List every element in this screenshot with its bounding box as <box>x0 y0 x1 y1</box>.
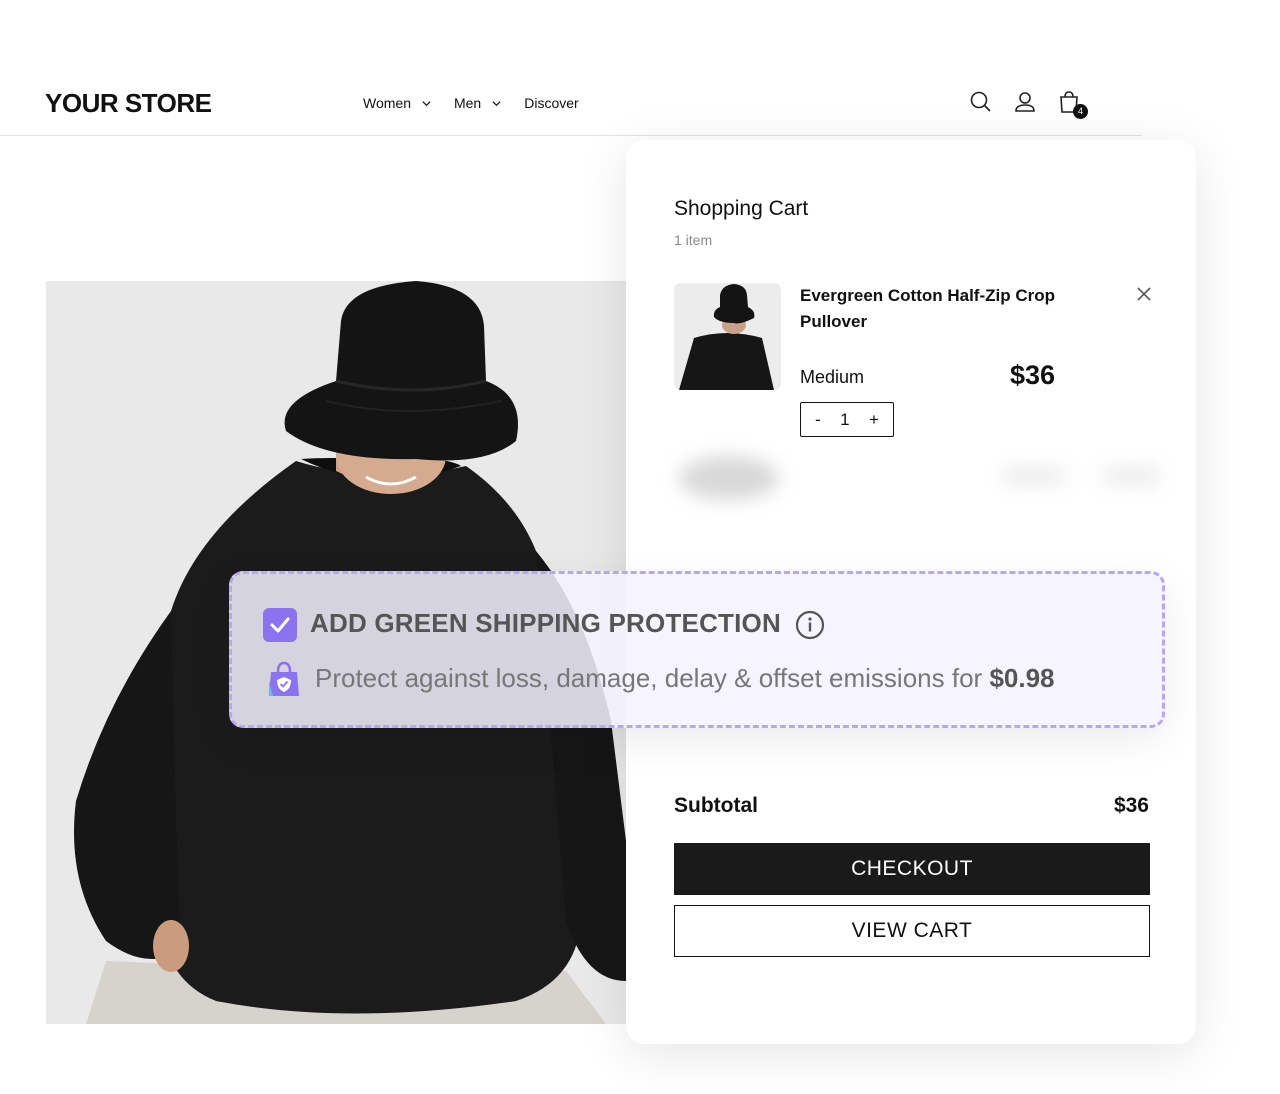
search-icon[interactable] <box>968 89 994 115</box>
protection-title: ADD GREEN SHIPPING PROTECTION <box>310 608 781 638</box>
view-cart-button[interactable]: VIEW CART <box>674 905 1150 957</box>
nav-item-women[interactable]: Women <box>363 95 432 111</box>
close-icon <box>1137 287 1151 301</box>
nav-item-label: Women <box>363 95 411 111</box>
product-name[interactable]: Evergreen Cotton Half-Zip Crop Pullover <box>800 283 1100 335</box>
remove-item-button[interactable] <box>1136 286 1152 302</box>
blurred-content <box>674 448 1164 508</box>
quantity-stepper: - 1 + <box>800 402 894 437</box>
quantity-value[interactable]: 1 <box>840 410 849 430</box>
check-icon <box>270 617 290 633</box>
protection-price: $0.98 <box>989 663 1055 693</box>
account-icon[interactable] <box>1012 89 1038 115</box>
nav-item-discover[interactable]: Discover <box>524 95 578 111</box>
header-actions: 4 <box>968 89 1100 119</box>
main-nav: Women Men Discover <box>363 95 601 111</box>
product-variant: Medium <box>800 367 865 387</box>
nav-item-label: Men <box>453 95 482 111</box>
nav-item-men[interactable]: Men <box>454 95 502 111</box>
protection-description: Protect against loss, damage, delay & of… <box>315 663 1055 694</box>
chevron-down-icon <box>422 100 431 106</box>
store-logo[interactable]: YOUR STORE <box>45 88 212 119</box>
cart-count-badge: 4 <box>1073 104 1088 119</box>
subtotal-value: $36 <box>1113 794 1149 817</box>
checkout-button[interactable]: CHECKOUT <box>674 843 1150 895</box>
cart-icon[interactable]: 4 <box>1056 89 1088 119</box>
subtotal-label: Subtotal <box>674 794 758 817</box>
shipping-protection-widget: ADD GREEN SHIPPING PROTECTION Protect ag… <box>229 571 1165 728</box>
protection-checkbox[interactable] <box>263 608 297 642</box>
chevron-down-icon <box>492 100 501 106</box>
product-thumbnail[interactable] <box>674 283 781 390</box>
cart-title: Shopping Cart <box>674 197 809 220</box>
product-price: $36 <box>1010 360 1056 390</box>
shield-bag-icon <box>267 660 301 698</box>
quantity-increase-button[interactable]: + <box>869 410 879 430</box>
protection-description-text: Protect against loss, damage, delay & of… <box>315 663 983 693</box>
header-divider <box>0 135 1142 136</box>
quantity-decrease-button[interactable]: - <box>815 410 821 430</box>
cart-item-count: 1 item <box>674 232 713 248</box>
nav-item-label: Discover <box>524 95 579 111</box>
info-icon[interactable] <box>795 610 825 640</box>
